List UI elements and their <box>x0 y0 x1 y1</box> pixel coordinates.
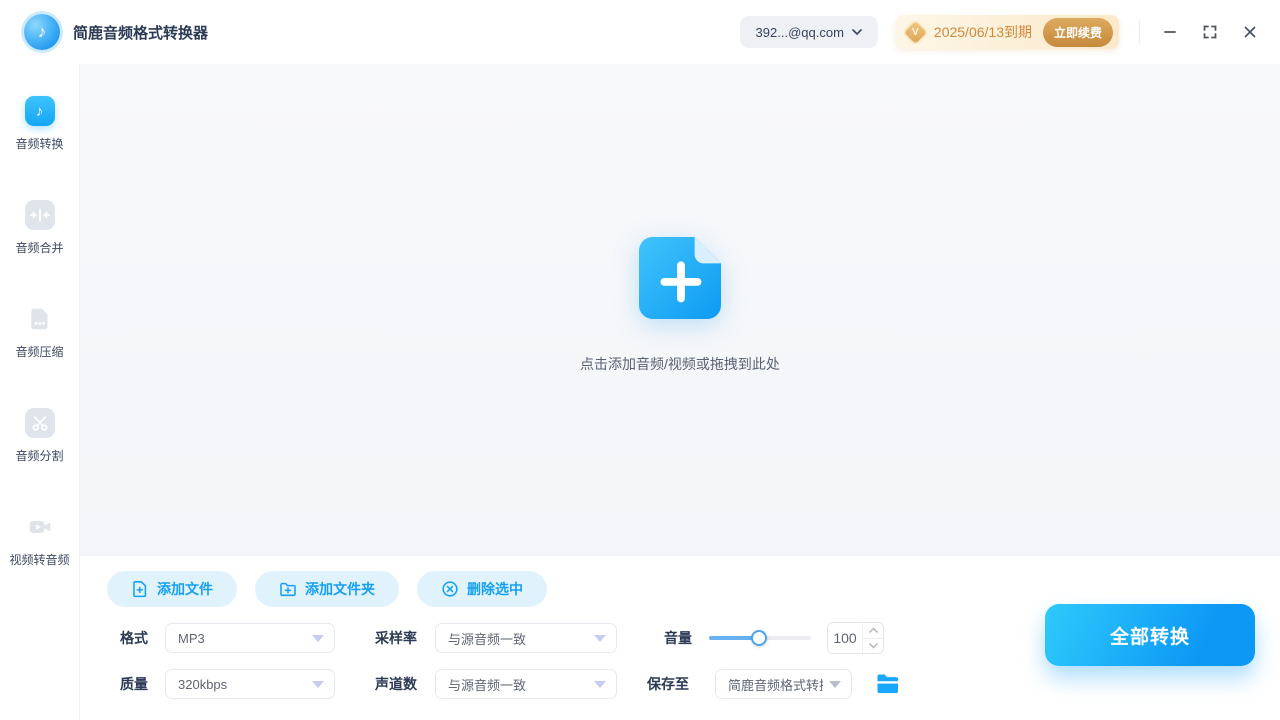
format-select[interactable]: MP3 <box>165 623 335 653</box>
sidebar-item-audio-compress[interactable]: 音频压缩 <box>0 304 80 408</box>
account-menu[interactable]: 392...@qq.com <box>740 16 878 48</box>
sidebar-item-audio-split[interactable]: 音频分割 <box>0 408 80 512</box>
sidebar: ♪ 音频转换 音频合并 音频压缩 音频分割 视频转音频 <box>0 64 80 720</box>
sidebar-item-label: 音频转换 <box>15 135 63 152</box>
title-bar: ♪ 简鹿音频格式转换器 392...@qq.com V 2025/06/13到期… <box>0 0 1280 64</box>
save-to-label: 保存至 <box>647 674 693 694</box>
file-plus-icon <box>131 580 149 598</box>
app-title: 简鹿音频格式转换器 <box>73 22 208 43</box>
music-note-icon: ♪ <box>25 96 55 126</box>
merge-arrows-icon <box>25 200 55 230</box>
sample-rate-value: 与源音频一致 <box>448 629 588 648</box>
renew-button[interactable]: 立即续费 <box>1043 18 1113 47</box>
circle-cross-icon <box>441 580 459 598</box>
settings-row-2: 质量 320kbps 声道数 与源音频一致 保存至 简鹿音频格式转换器 <box>120 669 1280 699</box>
volume-number-input <box>827 622 884 654</box>
video-camera-icon <box>25 512 55 542</box>
dropzone-hint: 点击添加音频/视频或拖拽到此处 <box>580 354 780 374</box>
save-to-value: 简鹿音频格式转换器 <box>728 675 823 694</box>
add-file-label: 添加文件 <box>157 579 213 599</box>
add-folder-button[interactable]: 添加文件夹 <box>255 571 399 607</box>
step-up-icon[interactable] <box>863 623 883 639</box>
vip-badge-icon: V <box>902 19 929 46</box>
folder-open-icon <box>876 673 900 695</box>
expiry-date-text: 2025/06/13到期 <box>934 22 1032 42</box>
sidebar-item-label: 音频分割 <box>15 447 63 464</box>
account-email: 392...@qq.com <box>756 25 844 40</box>
dropdown-arrow-icon <box>594 681 606 688</box>
chevron-down-icon <box>852 29 862 35</box>
dropdown-arrow-icon <box>829 681 841 688</box>
delete-selected-button[interactable]: 删除选中 <box>417 571 547 607</box>
window-controls <box>1139 20 1258 44</box>
step-down-icon[interactable] <box>863 639 883 654</box>
channels-value: 与源音频一致 <box>448 675 588 694</box>
vip-expiry-banner: V 2025/06/13到期 立即续费 <box>896 15 1119 49</box>
add-file-button[interactable]: 添加文件 <box>107 571 237 607</box>
format-value: MP3 <box>178 631 306 646</box>
channels-select[interactable]: 与源音频一致 <box>435 669 617 699</box>
minimize-button[interactable] <box>1162 24 1178 40</box>
save-to-select[interactable]: 简鹿音频格式转换器 <box>715 669 852 699</box>
settings-panel: 添加文件 添加文件夹 删除选中 格式 MP3 采样率 <box>80 556 1280 720</box>
open-folder-button[interactable] <box>876 673 900 695</box>
sidebar-item-label: 视频转音频 <box>9 551 69 568</box>
volume-slider[interactable] <box>709 630 811 646</box>
file-list-area: 点击添加音频/视频或拖拽到此处 <box>80 64 1280 556</box>
dropdown-arrow-icon <box>594 635 606 642</box>
add-file-big-icon <box>639 236 721 320</box>
channels-label: 声道数 <box>375 674 421 694</box>
quality-label: 质量 <box>120 674 150 694</box>
volume-stepper <box>862 623 883 653</box>
sidebar-item-label: 音频压缩 <box>15 343 63 360</box>
close-button[interactable] <box>1242 24 1258 40</box>
compress-file-icon <box>25 304 55 334</box>
add-folder-label: 添加文件夹 <box>305 579 375 599</box>
convert-all-button[interactable]: 全部转换 <box>1045 604 1255 666</box>
quality-value: 320kbps <box>178 677 306 692</box>
folder-plus-icon <box>279 580 297 598</box>
sidebar-item-video-to-audio[interactable]: 视频转音频 <box>0 512 80 616</box>
dropdown-arrow-icon <box>312 681 324 688</box>
format-label: 格式 <box>120 628 150 648</box>
dropzone[interactable]: 点击添加音频/视频或拖拽到此处 <box>580 236 780 374</box>
volume-label: 音量 <box>664 628 694 648</box>
sample-rate-select[interactable]: 与源音频一致 <box>435 623 617 653</box>
sample-rate-label: 采样率 <box>375 628 421 648</box>
app-logo-icon: ♪ <box>24 14 60 50</box>
maximize-button[interactable] <box>1202 24 1218 40</box>
quality-select[interactable]: 320kbps <box>165 669 335 699</box>
slider-handle[interactable] <box>751 630 767 646</box>
sidebar-item-audio-merge[interactable]: 音频合并 <box>0 200 80 304</box>
dropdown-arrow-icon <box>312 635 324 642</box>
scissors-icon <box>25 408 55 438</box>
volume-input[interactable] <box>828 623 862 653</box>
delete-selected-label: 删除选中 <box>467 579 523 599</box>
sidebar-item-label: 音频合并 <box>15 239 63 256</box>
sidebar-item-audio-convert[interactable]: ♪ 音频转换 <box>0 96 80 200</box>
